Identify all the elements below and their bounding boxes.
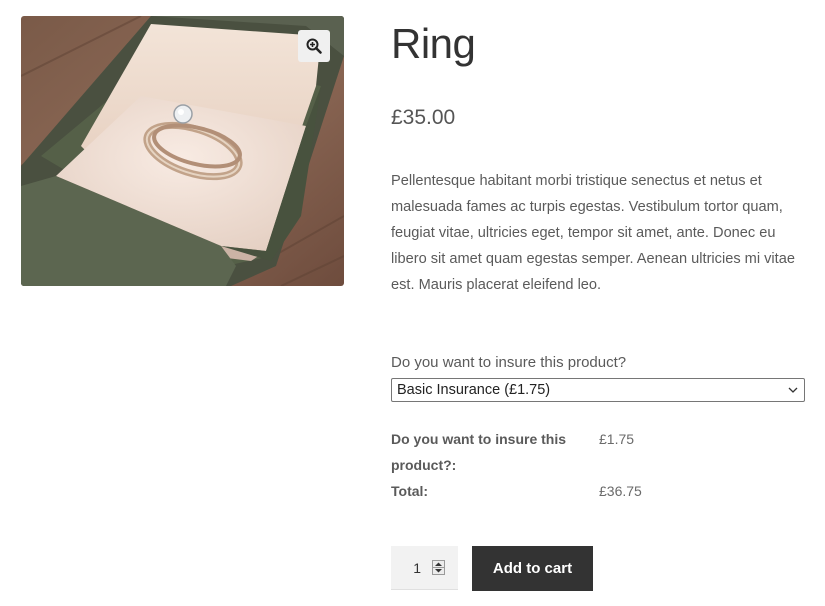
totals-label: Total: <box>391 483 429 499</box>
ring-box-photo <box>21 16 344 286</box>
insurance-selected-value: Basic Insurance (£1.75) <box>397 382 551 398</box>
add-to-cart-button[interactable]: Add to cart <box>472 546 593 591</box>
product-price: £35.00 <box>391 106 456 129</box>
totals-row-insurance: Do you want to insure this product?: £1.… <box>391 426 811 478</box>
totals-value: £1.75 <box>599 431 635 447</box>
quantity-stepper[interactable]: 1 <box>391 546 458 590</box>
product-description: Pellentesque habitant morbi tristique se… <box>391 173 795 293</box>
spin-arrows-icon <box>433 562 444 573</box>
totals-row-total: Total: £36.75 <box>391 478 811 504</box>
zoom-in-icon <box>306 38 322 54</box>
totals-value: £36.75 <box>599 483 642 499</box>
quantity-value[interactable]: 1 <box>391 560 421 576</box>
product-title: Ring <box>391 20 476 67</box>
insurance-select[interactable]: Basic Insurance (£1.75) <box>391 378 805 402</box>
quantity-spin-buttons[interactable] <box>432 560 445 575</box>
insurance-label: Do you want to insure this product? <box>391 354 627 371</box>
totals-label: Do you want to insure this product?: <box>391 431 567 473</box>
zoom-button[interactable] <box>298 30 330 62</box>
price-totals: Do you want to insure this product?: £1.… <box>391 426 811 504</box>
product-image[interactable] <box>21 16 344 286</box>
chevron-down-icon <box>788 387 798 393</box>
